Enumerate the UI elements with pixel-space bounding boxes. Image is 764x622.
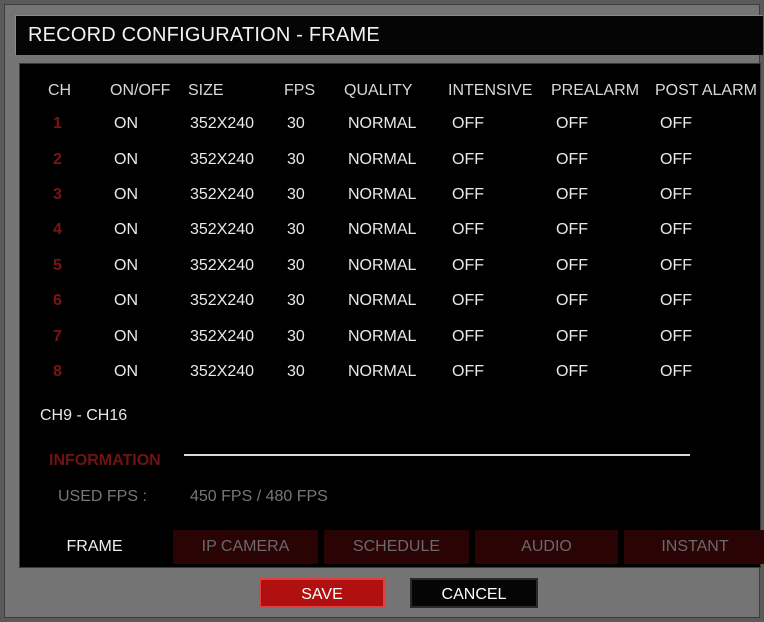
config-panel: CH ON/OFF SIZE FPS QUALITY INTENSIVE PRE… — [19, 63, 764, 568]
post-alarm-value[interactable]: OFF — [660, 151, 692, 169]
header-fps: FPS — [284, 82, 316, 99]
channel-number: 4 — [53, 221, 62, 238]
intensive-value[interactable]: OFF — [452, 363, 484, 381]
quality-value[interactable]: NORMAL — [348, 221, 416, 239]
post-alarm-value[interactable]: OFF — [660, 328, 692, 346]
channel-number: 6 — [53, 292, 62, 309]
onoff-value[interactable]: ON — [114, 363, 138, 381]
tab-schedule[interactable]: SCHEDULE — [324, 530, 469, 564]
cancel-button[interactable]: CANCEL — [410, 578, 538, 608]
prealarm-value[interactable]: OFF — [556, 221, 588, 239]
size-value[interactable]: 352X240 — [190, 328, 254, 346]
post-alarm-value[interactable]: OFF — [660, 221, 692, 239]
prealarm-value[interactable]: OFF — [556, 115, 588, 133]
header-prealarm: PREALARM — [551, 82, 640, 99]
header-quality: QUALITY — [344, 82, 413, 99]
quality-value[interactable]: NORMAL — [348, 328, 416, 346]
channel-number: 1 — [53, 115, 62, 132]
quality-value[interactable]: NORMAL — [348, 257, 416, 275]
onoff-value[interactable]: ON — [114, 328, 138, 346]
used-fps-value: 450 FPS / 480 FPS — [190, 488, 328, 505]
quality-value[interactable]: NORMAL — [348, 151, 416, 169]
intensive-value[interactable]: OFF — [452, 186, 484, 204]
information-divider — [184, 454, 690, 456]
intensive-value[interactable]: OFF — [452, 328, 484, 346]
post-alarm-value[interactable]: OFF — [660, 186, 692, 204]
onoff-value[interactable]: ON — [114, 151, 138, 169]
fps-value[interactable]: 30 — [287, 221, 305, 239]
fps-value[interactable]: 30 — [287, 363, 305, 381]
post-alarm-value[interactable]: OFF — [660, 115, 692, 133]
onoff-value[interactable]: ON — [114, 221, 138, 239]
header-ch: CH — [48, 82, 72, 99]
quality-value[interactable]: NORMAL — [348, 363, 416, 381]
onoff-value[interactable]: ON — [114, 115, 138, 133]
information-label: INFORMATION — [49, 452, 161, 469]
size-value[interactable]: 352X240 — [190, 186, 254, 204]
dialog-frame: RECORD CONFIGURATION - FRAME CH ON/OFF S… — [4, 4, 764, 618]
intensive-value[interactable]: OFF — [452, 151, 484, 169]
save-button[interactable]: SAVE — [259, 578, 385, 608]
intensive-value[interactable]: OFF — [452, 221, 484, 239]
prealarm-value[interactable]: OFF — [556, 292, 588, 310]
size-value[interactable]: 352X240 — [190, 151, 254, 169]
fps-value[interactable]: 30 — [287, 292, 305, 310]
size-value[interactable]: 352X240 — [190, 115, 254, 133]
post-alarm-value[interactable]: OFF — [660, 363, 692, 381]
tab-ip-camera[interactable]: IP CAMERA — [173, 530, 318, 564]
size-value[interactable]: 352X240 — [190, 292, 254, 310]
prealarm-value[interactable]: OFF — [556, 328, 588, 346]
prealarm-value[interactable]: OFF — [556, 186, 588, 204]
quality-value[interactable]: NORMAL — [348, 292, 416, 310]
dialog-title: RECORD CONFIGURATION - FRAME — [28, 24, 380, 46]
channel-number: 7 — [53, 328, 62, 345]
used-fps-label: USED FPS : — [58, 488, 147, 505]
fps-value[interactable]: 30 — [287, 257, 305, 275]
tab-frame[interactable]: FRAME — [22, 530, 167, 564]
onoff-value[interactable]: ON — [114, 257, 138, 275]
channel-page-link[interactable]: CH9 - CH16 — [40, 407, 127, 425]
size-value[interactable]: 352X240 — [190, 363, 254, 381]
title-bar: RECORD CONFIGURATION - FRAME — [15, 15, 763, 55]
header-onoff: ON/OFF — [110, 82, 171, 99]
prealarm-value[interactable]: OFF — [556, 363, 588, 381]
quality-value[interactable]: NORMAL — [348, 186, 416, 204]
prealarm-value[interactable]: OFF — [556, 151, 588, 169]
onoff-value[interactable]: ON — [114, 292, 138, 310]
quality-value[interactable]: NORMAL — [348, 115, 416, 133]
header-intensive: INTENSIVE — [448, 82, 533, 99]
prealarm-value[interactable]: OFF — [556, 257, 588, 275]
post-alarm-value[interactable]: OFF — [660, 257, 692, 275]
fps-value[interactable]: 30 — [287, 151, 305, 169]
header-post-alarm: POST ALARM — [655, 82, 757, 99]
fps-value[interactable]: 30 — [287, 115, 305, 133]
intensive-value[interactable]: OFF — [452, 292, 484, 310]
header-size: SIZE — [188, 82, 224, 99]
intensive-value[interactable]: OFF — [452, 257, 484, 275]
tab-audio[interactable]: AUDIO — [475, 530, 618, 564]
tab-instant[interactable]: INSTANT — [624, 530, 764, 564]
size-value[interactable]: 352X240 — [190, 257, 254, 275]
intensive-value[interactable]: OFF — [452, 115, 484, 133]
channel-number: 5 — [53, 257, 62, 274]
fps-value[interactable]: 30 — [287, 328, 305, 346]
fps-value[interactable]: 30 — [287, 186, 305, 204]
channel-number: 2 — [53, 151, 62, 168]
onoff-value[interactable]: ON — [114, 186, 138, 204]
channel-number: 3 — [53, 186, 62, 203]
size-value[interactable]: 352X240 — [190, 221, 254, 239]
post-alarm-value[interactable]: OFF — [660, 292, 692, 310]
channel-number: 8 — [53, 363, 62, 380]
